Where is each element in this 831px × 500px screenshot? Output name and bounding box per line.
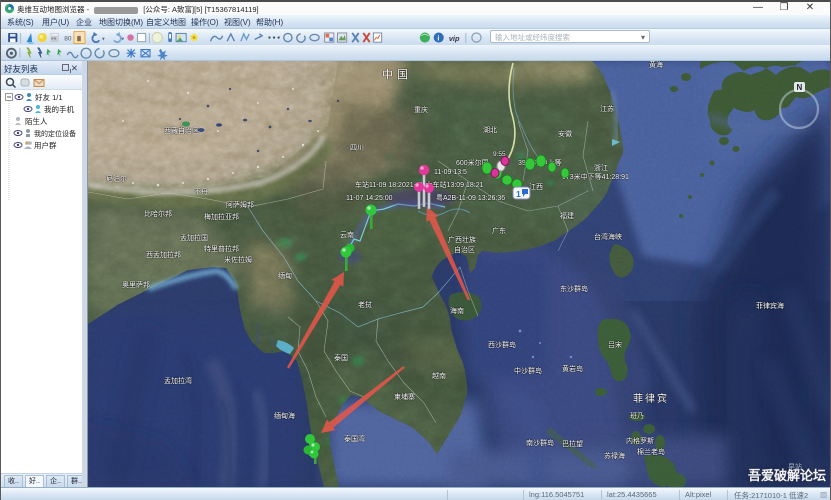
svg-text:海南: 海南 xyxy=(450,306,464,315)
svg-text:比哈尔邦: 比哈尔邦 xyxy=(144,209,172,218)
svg-text:我的定位设备: 我的定位设备 xyxy=(34,129,76,138)
svg-text:陌生人: 陌生人 xyxy=(25,116,48,126)
svg-text:11-09 13:5: 11-09 13:5 xyxy=(434,169,467,176)
svg-text:江西: 江西 xyxy=(529,183,543,191)
svg-text:广西壮族: 广西壮族 xyxy=(448,235,476,244)
svg-text:奥里萨邦: 奥里萨邦 xyxy=(122,280,150,289)
svg-text:粤A2B-11-09 13:26:36: 粤A2B-11-09 13:26:36 xyxy=(436,193,505,202)
svg-text:▾: ▾ xyxy=(102,36,105,42)
svg-text:N: N xyxy=(797,83,803,92)
svg-text:11-07 14:25:00: 11-07 14:25:00 xyxy=(346,195,393,202)
svg-text:▾: ▾ xyxy=(121,36,124,42)
svg-text:早站: 早站 xyxy=(788,462,802,471)
svg-text:湖北: 湖北 xyxy=(483,125,497,134)
svg-text:内格罗斯: 内格罗斯 xyxy=(626,436,654,445)
svg-text:1: 1 xyxy=(516,189,521,199)
svg-text:江苏: 江苏 xyxy=(600,104,614,113)
svg-text:棉兰老岛: 棉兰老岛 xyxy=(637,447,665,456)
svg-text:自治区: 自治区 xyxy=(454,245,475,254)
svg-text:台湾海峡: 台湾海峡 xyxy=(594,232,622,241)
svg-text:不丹: 不丹 xyxy=(194,188,208,196)
svg-text:老挝: 老挝 xyxy=(358,300,372,309)
svg-text:云南: 云南 xyxy=(340,230,354,239)
svg-text:我的手机: 我的手机 xyxy=(44,104,74,114)
svg-text:菲律宾海: 菲律宾海 xyxy=(756,301,784,310)
svg-text:西沙群岛: 西沙群岛 xyxy=(488,340,516,349)
svg-text:重庆: 重庆 xyxy=(414,105,428,114)
svg-text:阿萨姆邦: 阿萨姆邦 xyxy=(226,200,254,209)
svg-text:四川: 四川 xyxy=(350,144,364,152)
svg-text:80: 80 xyxy=(64,35,72,42)
svg-text:673米中下等41:28:91: 673米中下等41:28:91 xyxy=(562,172,629,181)
svg-text:特里普拉邦: 特里普拉邦 xyxy=(204,244,239,253)
svg-text:vip: vip xyxy=(449,34,460,43)
svg-text:班乃: 班乃 xyxy=(630,411,644,420)
svg-text:吾爱破解论坛: 吾爱破解论坛 xyxy=(748,468,826,483)
svg-text:泰国: 泰国 xyxy=(334,353,348,362)
svg-text:泰国湾: 泰国湾 xyxy=(344,434,365,443)
svg-text:安徽: 安徽 xyxy=(558,129,572,138)
svg-text:西藏自治区: 西藏自治区 xyxy=(164,126,199,135)
svg-text:缅甸海: 缅甸海 xyxy=(274,411,295,420)
svg-text:吕宋: 吕宋 xyxy=(608,340,622,349)
svg-text:梅加拉亚邦: 梅加拉亚邦 xyxy=(204,212,239,221)
svg-text:西孟加拉邦: 西孟加拉邦 xyxy=(146,250,181,259)
svg-text:米佐拉姆: 米佐拉姆 xyxy=(224,255,252,264)
svg-text:缅甸: 缅甸 xyxy=(278,271,292,280)
svg-text:孟加拉湾: 孟加拉湾 xyxy=(164,376,192,385)
svg-text:菲律宾: 菲律宾 xyxy=(633,392,669,405)
svg-text:i: i xyxy=(437,33,439,42)
svg-text:中国: 中国 xyxy=(382,68,412,81)
svg-text:用户群: 用户群 xyxy=(34,140,57,150)
svg-text:巴拉望: 巴拉望 xyxy=(562,439,583,448)
svg-text:苏禄海: 苏禄海 xyxy=(604,451,625,460)
svg-text:中沙群岛: 中沙群岛 xyxy=(514,366,542,375)
svg-text:南沙群岛: 南沙群岛 xyxy=(526,438,554,447)
svg-text:尼泊尔: 尼泊尔 xyxy=(106,174,127,183)
svg-text:福建: 福建 xyxy=(560,211,574,220)
svg-text:黄岩岛: 黄岩岛 xyxy=(562,364,583,373)
svg-text:孟加拉国: 孟加拉国 xyxy=(180,233,208,242)
svg-text:广东: 广东 xyxy=(492,226,506,235)
svg-text:柬埔寨: 柬埔寨 xyxy=(394,392,415,401)
svg-text:浙江: 浙江 xyxy=(594,163,608,172)
svg-text:好友 1/1: 好友 1/1 xyxy=(35,92,63,102)
svg-text:东沙群岛: 东沙群岛 xyxy=(560,284,588,293)
svg-text:越南: 越南 xyxy=(432,371,446,380)
svg-text:黄海: 黄海 xyxy=(649,61,663,69)
